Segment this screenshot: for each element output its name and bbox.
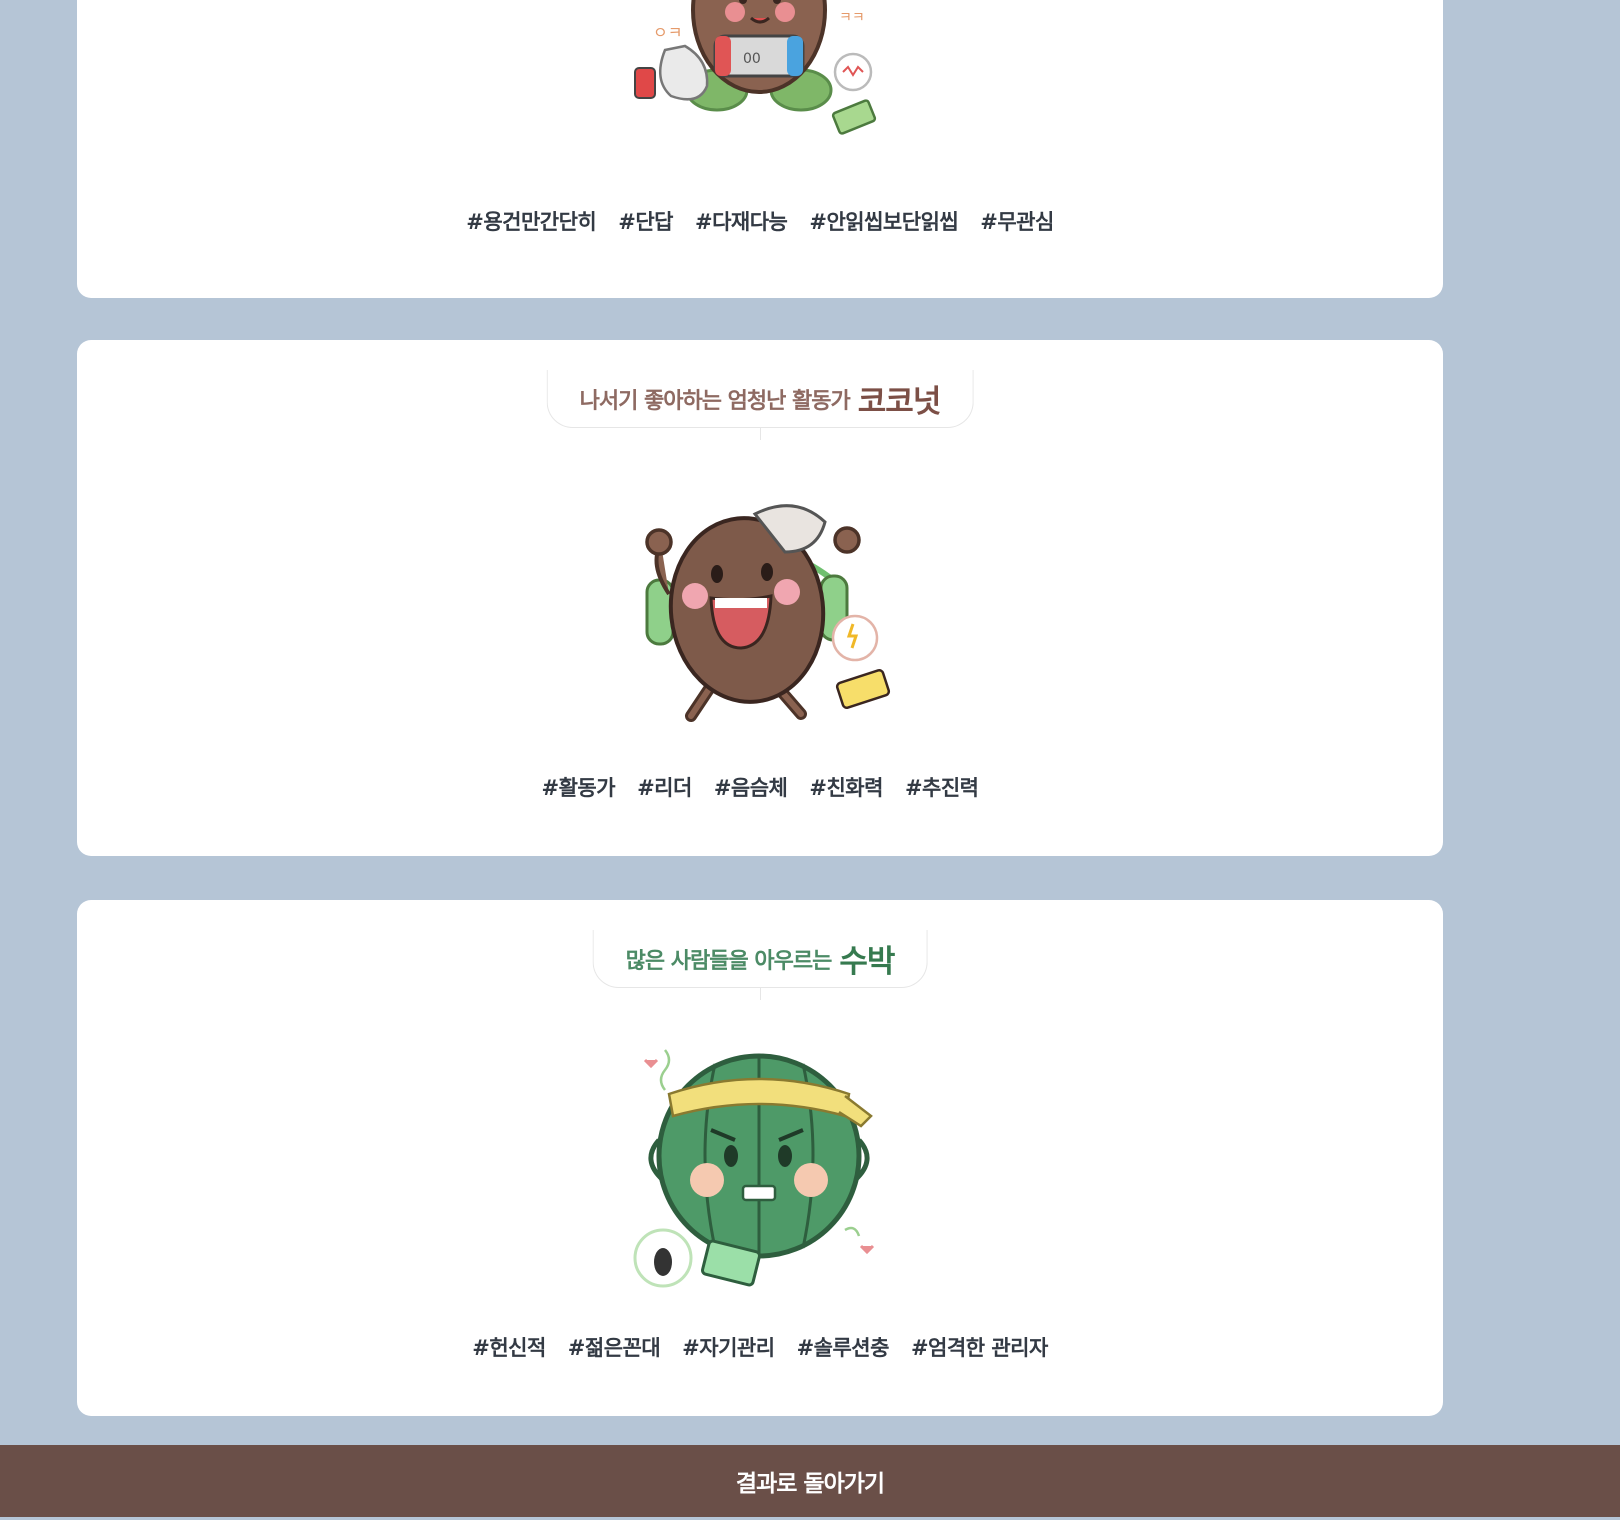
hashtag: #헌신적 — [472, 1336, 546, 1360]
fruit-name: 코코넛 — [857, 384, 942, 420]
hashtag: #다재다능 — [694, 210, 788, 234]
hashtag-list: #헌신적 #젊은꼰대 #자기관리 #솔루션충 #엄격한 관리자 — [77, 1332, 1443, 1362]
hashtag-list: #용건만간단히 #단답 #다재다능 #안읽씹보단읽씹 #무관심 — [77, 206, 1443, 236]
watermelon-character-illustration — [633, 1049, 875, 1288]
kiwi-character-illustration: ㅇㅋ ㅋㅋ 00 — [634, 0, 877, 135]
card-title: 많은 사람들을 아우르는 수박 — [592, 930, 928, 988]
result-card-kiwi: ㅇㅋ ㅋㅋ 00 #용건만간단히 #단답 #다재다능 #안읽씹보단읽씹 #무관심 — [77, 0, 1443, 298]
hashtag: #단답 — [618, 210, 673, 234]
svg-text:ㅋㅋ: ㅋㅋ — [839, 10, 865, 26]
hashtag: #무관심 — [980, 210, 1054, 234]
hashtag: #젊은꼰대 — [567, 1336, 661, 1360]
fruit-name: 수박 — [839, 944, 895, 980]
hashtag: #추진력 — [904, 776, 979, 800]
hashtag: #안읽씹보단읽씹 — [809, 210, 959, 234]
hashtag: #리더 — [637, 776, 692, 800]
card-subtitle: 나서기 좋아하는 엄청난 활동가 — [579, 388, 851, 414]
hashtag: #엄격한 관리자 — [910, 1336, 1048, 1360]
back-to-results-button[interactable]: 결과로 돌아가기 — [0, 1445, 1620, 1517]
hashtag: #용건만간단히 — [466, 210, 597, 234]
hashtag: #솔루션충 — [796, 1336, 890, 1360]
back-to-results-label: 결과로 돌아가기 — [735, 1471, 885, 1497]
title-divider — [760, 988, 761, 1000]
hashtag: #자기관리 — [682, 1336, 775, 1360]
card-title: 나서기 좋아하는 엄청난 활동가 코코넛 — [546, 370, 974, 428]
svg-text:ㅇㅋ: ㅇㅋ — [653, 23, 682, 42]
result-card-coconut: 나서기 좋아하는 엄청난 활동가 코코넛 #활동가 #리더 #음슴체 #친화력 … — [77, 340, 1443, 856]
title-divider — [760, 428, 761, 440]
hashtag: #활동가 — [541, 776, 616, 800]
svg-text:00: 00 — [743, 51, 761, 67]
result-card-watermelon: 많은 사람들을 아우르는 수박 #헌신적 #젊은꼰대 #자기관리 #솔루션충 #… — [77, 900, 1443, 1416]
hashtag: #음슴체 — [713, 776, 788, 800]
hashtag: #친화력 — [809, 776, 883, 800]
hashtag-list: #활동가 #리더 #음슴체 #친화력 #추진력 — [77, 772, 1443, 802]
card-subtitle: 많은 사람들을 아우르는 — [625, 948, 833, 974]
coconut-character-illustration — [645, 504, 891, 722]
